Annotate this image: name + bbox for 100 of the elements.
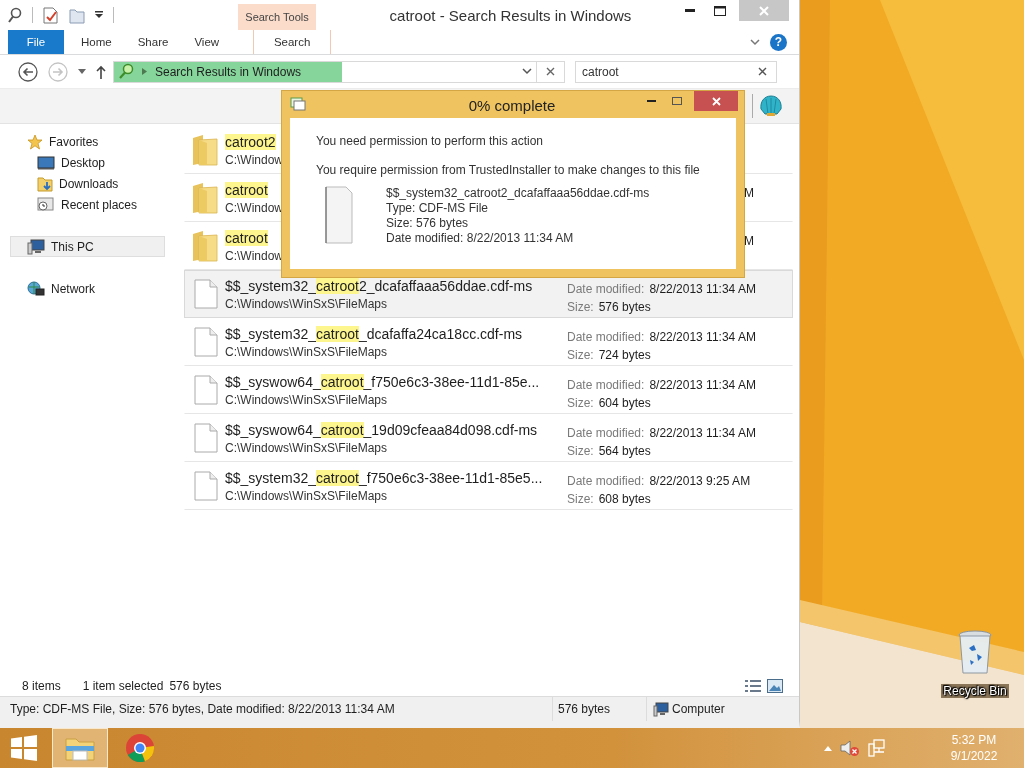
large-icons-view-icon[interactable] (767, 678, 783, 693)
nav-item[interactable]: Desktop (10, 152, 165, 173)
file-date: Date modified: 8/22/2013 11:34 AM (386, 231, 575, 246)
clear-button[interactable] (537, 60, 565, 83)
result-row[interactable]: $$_system32_catroot_f750e6c3-38ee-11d1-85e5... C:\Windows\WinSxS\FileMaps Date modified: 8/22/2013 9:25 AM Size: 608 bytes (184, 462, 793, 510)
ribbon-tab[interactable]: Search (253, 30, 332, 54)
clock-icon (37, 196, 55, 213)
file-type: Type: CDF-MS File (386, 201, 489, 216)
close-icon (711, 96, 721, 106)
zone-text: Computer (672, 702, 725, 716)
file-path: C:\Window (225, 200, 283, 217)
shell-icon[interactable] (759, 95, 783, 117)
file-name: $$_system32_catroot2_dcafaffaaa56ddae.cdf-ms (225, 277, 534, 296)
dialog-message: You require permission from TrustedInstaller to make changes to this file (316, 162, 701, 179)
size-label: Size: (567, 300, 594, 314)
close-icon (546, 67, 555, 76)
download-folder-icon (37, 175, 53, 192)
search-field[interactable]: catroot (575, 60, 777, 83)
item-count: 8 items (22, 678, 61, 693)
document-check-icon[interactable] (43, 6, 59, 24)
chevron-right-icon (142, 68, 147, 75)
folder-icon (191, 134, 221, 166)
caret-icon[interactable] (78, 69, 86, 74)
file-path: C:\Window (225, 248, 283, 265)
file-icon (194, 471, 218, 501)
close-icon[interactable] (758, 66, 767, 76)
file-path: C:\Windows\WinSxS\FileMaps (225, 344, 388, 361)
ribbon-tab[interactable]: Home (68, 30, 125, 54)
file-icon (194, 279, 218, 309)
ribbon-tab[interactable]: File (8, 30, 64, 54)
size-label: Size: (567, 444, 594, 458)
file-path: C:\Window (225, 152, 283, 169)
address-text: Search Results in Windows (155, 64, 302, 79)
close-button[interactable] (694, 91, 738, 111)
size-label: Size: (567, 396, 594, 410)
nav-item[interactable]: Recent places (10, 194, 165, 215)
network-icon (27, 280, 45, 297)
nav-item[interactable]: Network (10, 278, 165, 299)
date-label: Date modified: (567, 282, 645, 296)
file-name: $$_syswow64_catroot_f750e6c3-38ee-11d1-85e... (225, 373, 541, 392)
file-path: C:\Windows\WinSxS\FileMaps (225, 392, 388, 409)
chevron-down-icon[interactable] (750, 38, 760, 46)
details-view-icon[interactable] (745, 678, 761, 693)
date-value: 8/22/2013 9:25 AM (649, 474, 751, 488)
date-label: Date modified: (567, 474, 645, 488)
file-name: $$_system32_catroot_f750e6c3-38ee-11d1-85e5... (225, 469, 544, 488)
caret-up-icon[interactable] (824, 745, 832, 751)
search-icon[interactable] (8, 7, 22, 23)
date-value: 8/22/2013 11:34 AM (649, 426, 756, 440)
date-label: Date modified: (567, 426, 645, 440)
nav-item[interactable]: Favorites (10, 131, 165, 152)
nav-item[interactable]: This PC (10, 236, 165, 257)
date-value: 8/22/2013 11:34 AM (649, 282, 756, 296)
selection-count: 1 item selected (82, 678, 164, 693)
folder-icon (191, 230, 221, 262)
monitor-icon (37, 155, 55, 170)
windows-logo-icon (11, 735, 37, 761)
file-icon (194, 375, 218, 405)
result-row[interactable]: $$_syswow64_catroot_19d09cfeaa84d098.cdf-ms C:\Windows\WinSxS\FileMaps Date modified: 8/22/2013 11:34 AM Size: 564 bytes (184, 414, 793, 462)
dialog-title: 0% complete (467, 96, 557, 114)
details-text: Type: CDF-MS File, Size: 576 bytes, Date modified: 8/22/2013 11:34 AM (9, 702, 396, 716)
selection-size: 576 bytes (169, 678, 222, 693)
computer-icon (27, 238, 45, 255)
dialog-heading: You need permission to perform this action (316, 133, 544, 150)
folder-icon (65, 735, 95, 761)
size-label: Size: (567, 348, 594, 362)
file-size: Size: 576 bytes (386, 216, 470, 231)
up-arrow-icon[interactable] (96, 64, 106, 79)
minimize-icon (685, 9, 695, 12)
file-name: $$_system32_catroot_dcafaffa24ca18cc.cdf-ms (225, 325, 524, 344)
date-value: 8/22/2013 11:34 AM (649, 378, 756, 392)
chevron-down-icon[interactable] (522, 68, 532, 75)
taskbar-app[interactable] (52, 728, 108, 768)
back-button[interactable] (18, 61, 38, 82)
file-path: C:\Windows\WinSxS\FileMaps (225, 440, 388, 457)
recycle-bin-icon[interactable] (958, 630, 992, 676)
search-icon (118, 63, 134, 80)
size-value: 608 bytes (598, 492, 651, 506)
ribbon-tab[interactable]: Share (124, 30, 182, 54)
date-value: 8/22/2013 11:34 AM (649, 330, 756, 344)
nav-item[interactable]: Downloads (10, 173, 165, 194)
minimize-icon (646, 100, 656, 102)
folder-icon (191, 182, 221, 214)
browser-icon (125, 733, 155, 763)
file-path: C:\Windows\WinSxS\FileMaps (225, 296, 388, 313)
date-label: Date modified: (567, 330, 645, 344)
result-row[interactable]: $$_syswow64_catroot_f750e6c3-38ee-11d1-85e... C:\Windows\WinSxS\FileMaps Date modified: 8/22/2013 11:34 AM Size: 604 bytes (184, 366, 793, 414)
file-icon (194, 423, 218, 453)
result-row[interactable]: $$_system32_catroot_dcafaffa24ca18cc.cdf-ms C:\Windows\WinSxS\FileMaps Date modified: 8/22/2013 11:34 AM Size: 724 bytes (184, 318, 793, 366)
file-icon (325, 186, 353, 244)
address-bar[interactable]: Search Results in Windows (113, 60, 537, 83)
caret-icon[interactable] (95, 11, 103, 19)
help-button[interactable]: ? (770, 33, 787, 51)
speaker-icon[interactable] (840, 739, 860, 757)
size-value: 724 bytes (598, 348, 651, 362)
desktop-icon-label[interactable]: Recycle Bin (941, 684, 1009, 698)
close-icon (759, 5, 769, 16)
ribbon-tab[interactable]: View (181, 30, 233, 54)
size-label: Size: (567, 492, 594, 506)
size-value: 564 bytes (598, 444, 651, 458)
